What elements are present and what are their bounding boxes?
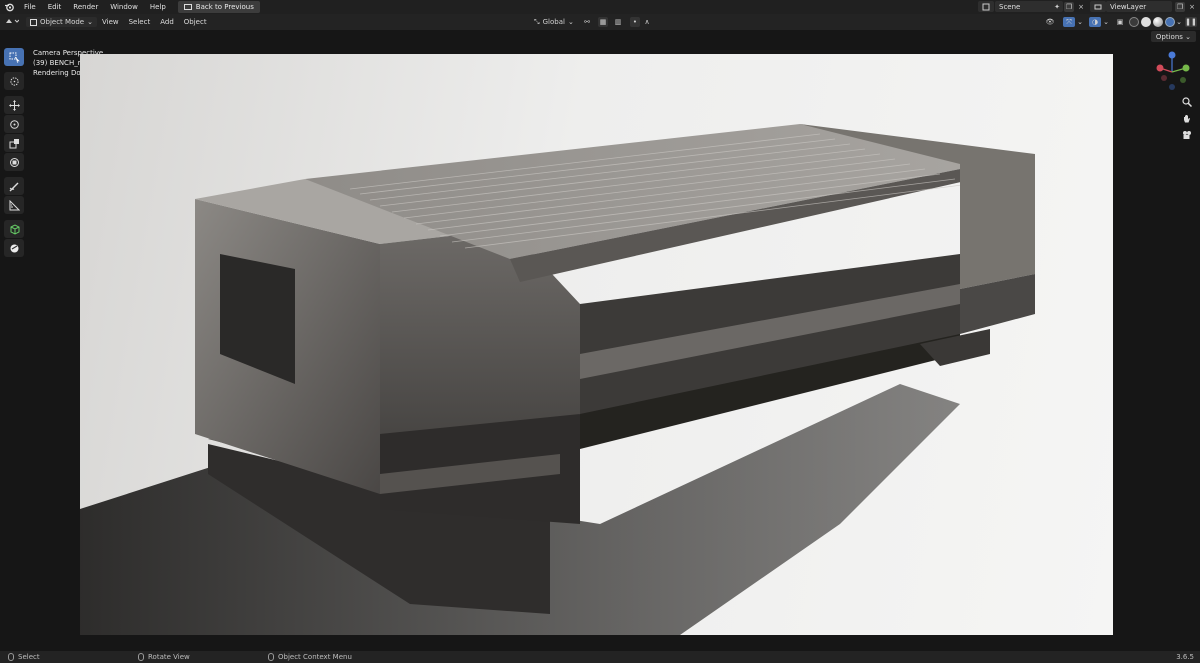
falloff-icon[interactable]: ∧ [642,17,652,27]
proportional-editing-icon[interactable]: • [630,17,640,27]
chevron-down-icon: ⌄ [1182,32,1191,41]
status-context-label: Object Context Menu [278,653,352,661]
rendered-shading-icon[interactable] [1165,17,1175,27]
navigation-gizmo[interactable] [1150,50,1194,94]
orientation-label: Global [542,18,565,26]
view-layer-browse-icon[interactable] [1090,1,1106,12]
scale-icon[interactable] [4,134,24,152]
annotate-icon[interactable] [4,177,24,195]
gizmo-toggle-icon[interactable]: ⤧ [1063,17,1075,27]
hand-icon[interactable] [1181,113,1193,125]
close-scene-icon[interactable]: × [1076,2,1086,12]
measure-icon[interactable] [4,196,24,214]
status-rotate: Rotate View [138,653,190,661]
pause-render-icon[interactable]: ❚❚ [1185,17,1197,27]
scene-browse-icon[interactable] [978,1,994,12]
scene-name: Scene [999,2,1021,11]
mouse-right-icon [268,653,274,661]
transform-orientation-select[interactable]: ⤡ Global ⌄ [531,17,578,27]
menu-edit[interactable]: Edit [42,3,68,11]
gizmo-dropdown-icon[interactable]: ⌄ [1076,17,1084,27]
options-label: Options [1155,32,1183,41]
menu-help[interactable]: Help [144,3,172,11]
header-menu-select[interactable]: Select [124,18,156,26]
chevron-down-icon: ⌄ [87,18,93,26]
select-box-icon[interactable] [4,48,24,66]
status-context: Object Context Menu [268,653,352,661]
rendered-viewport[interactable] [80,54,1113,635]
mode-label: Object Mode [40,18,85,26]
wireframe-shading-icon[interactable] [1129,17,1139,27]
mouse-left-icon [8,653,14,661]
status-version: 3.6.5 [1176,653,1194,661]
options-row: Options ⌄ [0,30,1200,44]
render-image [80,124,1035,635]
view-layer-name: ViewLayer [1110,2,1147,11]
header-menu-object[interactable]: Object [179,18,212,26]
top-menu-bar: File Edit Render Window Help Back to Pre… [0,0,1200,14]
new-scene-icon[interactable]: ❐ [1064,2,1074,12]
status-select-label: Select [18,653,40,661]
chevron-down-icon: ⌄ [567,18,574,26]
pivot-point-icon[interactable]: ⚯ [578,17,596,27]
overlay-toggle-icon[interactable]: ◑ [1089,17,1101,27]
add-cube-icon[interactable] [4,220,24,238]
object-mode-icon [30,18,37,26]
close-view-layer-icon[interactable]: × [1187,2,1197,12]
mouse-middle-icon [138,653,144,661]
back-to-previous-label: Back to Previous [195,3,254,11]
screen-icon [183,3,192,10]
overlay-dropdown-icon[interactable]: ⌄ [1102,17,1110,27]
visibility-icon[interactable]: 👁 [1043,17,1057,27]
status-bar: Select Rotate View Object Context Menu 3… [0,651,1200,663]
menu-window[interactable]: Window [104,3,144,11]
snap-target-icon[interactable]: ▥ [610,17,626,27]
orientation-icon: ⤡ [534,17,540,26]
zoom-icon[interactable] [1181,96,1193,108]
cursor-icon[interactable] [4,72,24,90]
mode-select[interactable]: Object Mode ⌄ [26,17,97,27]
editor-type-icon[interactable] [0,17,24,27]
menu-file[interactable]: File [18,3,42,11]
shading-dropdown-icon[interactable]: ⌄ [1176,17,1182,27]
header-menu-add[interactable]: Add [155,18,179,26]
xray-icon[interactable]: ▣ [1115,17,1125,27]
view-layer-field[interactable]: ViewLayer [1106,1,1172,12]
snap-toggle-icon[interactable]: ▦ [598,17,608,27]
tool-shelf [4,48,24,257]
transform-icon[interactable] [4,153,24,171]
back-to-previous-button[interactable]: Back to Previous [177,1,260,13]
options-dropdown[interactable]: Options ⌄ [1150,31,1196,42]
camera-icon[interactable] [1181,129,1193,141]
header-menu-view[interactable]: View [97,18,124,26]
rotate-icon[interactable] [4,115,24,133]
move-icon[interactable] [4,96,24,114]
solid-shading-icon[interactable] [1141,17,1151,27]
pin-icon[interactable]: ✦ [1052,2,1062,12]
new-view-layer-icon[interactable]: ❐ [1175,2,1185,12]
material-shading-icon[interactable] [1153,17,1163,27]
status-select: Select [8,653,40,661]
status-rotate-label: Rotate View [148,653,190,661]
menu-render[interactable]: Render [67,3,104,11]
extrude-icon[interactable] [4,239,24,257]
version-label: 3.6.5 [1176,653,1194,661]
blender-logo-icon[interactable] [0,2,18,12]
